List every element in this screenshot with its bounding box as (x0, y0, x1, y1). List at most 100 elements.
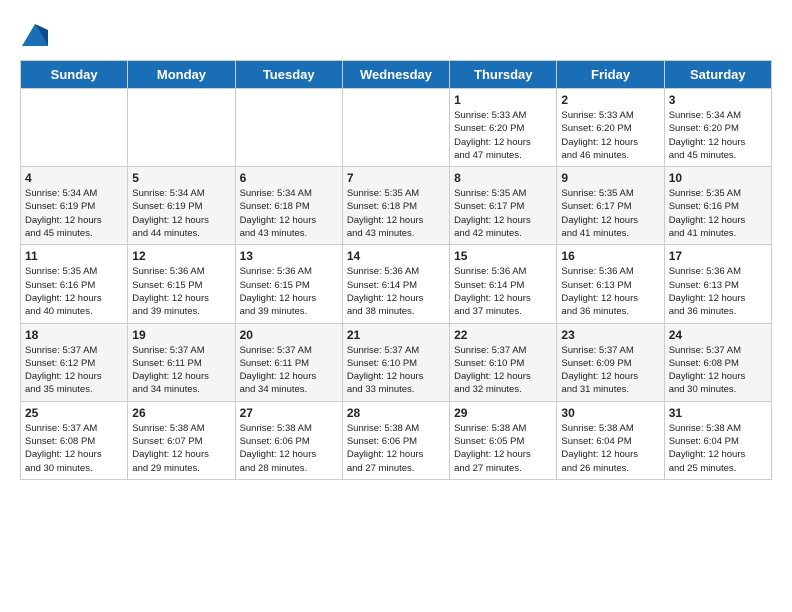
calendar-cell: 2 Sunrise: 5:33 AM Sunset: 6:20 PM Daylig… (557, 89, 664, 167)
calendar-week-row: 4 Sunrise: 5:34 AM Sunset: 6:19 PM Daylig… (21, 167, 772, 245)
calendar-week-row: 11 Sunrise: 5:35 AM Sunset: 6:16 PM Dayli… (21, 245, 772, 323)
calendar-cell: 31 Sunrise: 5:38 AM Sunset: 6:04 PM Dayli… (664, 401, 771, 479)
calendar-cell: 26Sunrise: 5:38 AM Sunset: 6:07 PM Dayli… (128, 401, 235, 479)
calendar-cell: 12 Sunrise: 5:36 AM Sunset: 6:15 PM Dayli… (128, 245, 235, 323)
day-info: Sunrise: 5:35 AM Sunset: 6:16 PM Dayligh… (669, 187, 767, 240)
calendar-day-header: Wednesday (342, 61, 449, 89)
day-number: 12 (132, 249, 230, 263)
day-info: Sunrise: 5:38 AM Sunset: 6:06 PM Dayligh… (347, 422, 445, 475)
day-number: 31 (669, 406, 767, 420)
day-info: Sunrise: 5:36 AM Sunset: 6:13 PM Dayligh… (561, 265, 659, 318)
day-number: 8 (454, 171, 552, 185)
day-info: Sunrise: 5:36 AM Sunset: 6:13 PM Dayligh… (669, 265, 767, 318)
day-info: Sunrise: 5:37 AM Sunset: 6:11 PM Dayligh… (240, 344, 338, 397)
calendar-cell: 19 Sunrise: 5:37 AM Sunset: 6:11 PM Dayli… (128, 323, 235, 401)
day-number: 27 (240, 406, 338, 420)
calendar-cell: 17 Sunrise: 5:36 AM Sunset: 6:13 PM Dayli… (664, 245, 771, 323)
day-number: 2 (561, 93, 659, 107)
calendar-cell (342, 89, 449, 167)
calendar-cell: 1 Sunrise: 5:33 AM Sunset: 6:20 PM Daylig… (450, 89, 557, 167)
calendar-cell: 27 Sunrise: 5:38 AM Sunset: 6:06 PM Dayli… (235, 401, 342, 479)
day-info: Sunrise: 5:37 AM Sunset: 6:08 PM Dayligh… (669, 344, 767, 397)
calendar-cell: 10 Sunrise: 5:35 AM Sunset: 6:16 PM Dayli… (664, 167, 771, 245)
calendar-cell (128, 89, 235, 167)
calendar-cell: 30 Sunrise: 5:38 AM Sunset: 6:04 PM Dayli… (557, 401, 664, 479)
calendar-cell (235, 89, 342, 167)
calendar-cell: 16 Sunrise: 5:36 AM Sunset: 6:13 PM Dayli… (557, 245, 664, 323)
day-number: 19 (132, 328, 230, 342)
day-info: Sunrise: 5:37 AM Sunset: 6:11 PM Dayligh… (132, 344, 230, 397)
day-info: Sunrise: 5:37 AM Sunset: 6:12 PM Dayligh… (25, 344, 123, 397)
calendar-cell: 8 Sunrise: 5:35 AM Sunset: 6:17 PM Daylig… (450, 167, 557, 245)
calendar-cell: 9 Sunrise: 5:35 AM Sunset: 6:17 PM Daylig… (557, 167, 664, 245)
day-info: Sunrise: 5:38 AM Sunset: 6:04 PM Dayligh… (669, 422, 767, 475)
calendar-cell: 11 Sunrise: 5:35 AM Sunset: 6:16 PM Dayli… (21, 245, 128, 323)
calendar-cell (21, 89, 128, 167)
day-number: 21 (347, 328, 445, 342)
day-number: 3 (669, 93, 767, 107)
day-info: Sunrise: 5:38 AM Sunset: 6:05 PM Dayligh… (454, 422, 552, 475)
calendar-cell: 25 Sunrise: 5:37 AM Sunset: 6:08 PM Dayli… (21, 401, 128, 479)
calendar-week-row: 1 Sunrise: 5:33 AM Sunset: 6:20 PM Daylig… (21, 89, 772, 167)
calendar-day-header: Monday (128, 61, 235, 89)
day-number: 16 (561, 249, 659, 263)
calendar-cell: 13 Sunrise: 5:36 AM Sunset: 6:15 PM Dayli… (235, 245, 342, 323)
day-number: 6 (240, 171, 338, 185)
calendar-week-row: 18 Sunrise: 5:37 AM Sunset: 6:12 PM Dayli… (21, 323, 772, 401)
day-number: 15 (454, 249, 552, 263)
day-number: 20 (240, 328, 338, 342)
day-number: 17 (669, 249, 767, 263)
day-info: Sunrise: 5:34 AM Sunset: 6:20 PM Dayligh… (669, 109, 767, 162)
calendar-cell: 28 Sunrise: 5:38 AM Sunset: 6:06 PM Dayli… (342, 401, 449, 479)
day-number: 14 (347, 249, 445, 263)
calendar-cell: 20 Sunrise: 5:37 AM Sunset: 6:11 PM Dayli… (235, 323, 342, 401)
day-number: 4 (25, 171, 123, 185)
day-info: Sunrise: 5:35 AM Sunset: 6:17 PM Dayligh… (561, 187, 659, 240)
calendar-cell: 18 Sunrise: 5:37 AM Sunset: 6:12 PM Dayli… (21, 323, 128, 401)
day-info: Sunrise: 5:34 AM Sunset: 6:19 PM Dayligh… (25, 187, 123, 240)
day-info: Sunrise: 5:35 AM Sunset: 6:17 PM Dayligh… (454, 187, 552, 240)
day-number: 24 (669, 328, 767, 342)
day-number: 30 (561, 406, 659, 420)
day-info: Sunrise: 5:36 AM Sunset: 6:15 PM Dayligh… (240, 265, 338, 318)
day-number: 18 (25, 328, 123, 342)
calendar-cell: 23 Sunrise: 5:37 AM Sunset: 6:09 PM Dayli… (557, 323, 664, 401)
day-info: Sunrise: 5:33 AM Sunset: 6:20 PM Dayligh… (454, 109, 552, 162)
day-info: Sunrise: 5:37 AM Sunset: 6:08 PM Dayligh… (25, 422, 123, 475)
day-info: Sunrise: 5:37 AM Sunset: 6:10 PM Dayligh… (454, 344, 552, 397)
day-info: Sunrise: 5:34 AM Sunset: 6:19 PM Dayligh… (132, 187, 230, 240)
day-info: Sunrise: 5:36 AM Sunset: 6:15 PM Dayligh… (132, 265, 230, 318)
calendar-cell: 4 Sunrise: 5:34 AM Sunset: 6:19 PM Daylig… (21, 167, 128, 245)
logo-icon (20, 20, 50, 50)
calendar-cell: 21 Sunrise: 5:37 AM Sunset: 6:10 PM Dayli… (342, 323, 449, 401)
calendar-day-header: Sunday (21, 61, 128, 89)
calendar-day-header: Tuesday (235, 61, 342, 89)
calendar-day-header: Friday (557, 61, 664, 89)
day-info: Sunrise: 5:35 AM Sunset: 6:16 PM Dayligh… (25, 265, 123, 318)
day-number: 25 (25, 406, 123, 420)
day-number: 28 (347, 406, 445, 420)
day-info: Sunrise: 5:37 AM Sunset: 6:09 PM Dayligh… (561, 344, 659, 397)
day-number: 23 (561, 328, 659, 342)
calendar-day-header: Saturday (664, 61, 771, 89)
day-number: 11 (25, 249, 123, 263)
day-info: Sunrise: 5:36 AM Sunset: 6:14 PM Dayligh… (347, 265, 445, 318)
calendar-table: SundayMondayTuesdayWednesdayThursdayFrid… (20, 60, 772, 480)
calendar-cell: 22Sunrise: 5:37 AM Sunset: 6:10 PM Dayli… (450, 323, 557, 401)
logo (20, 20, 54, 50)
day-info: Sunrise: 5:34 AM Sunset: 6:18 PM Dayligh… (240, 187, 338, 240)
day-info: Sunrise: 5:38 AM Sunset: 6:06 PM Dayligh… (240, 422, 338, 475)
day-number: 1 (454, 93, 552, 107)
day-info: Sunrise: 5:37 AM Sunset: 6:10 PM Dayligh… (347, 344, 445, 397)
calendar-cell: 6 Sunrise: 5:34 AM Sunset: 6:18 PM Daylig… (235, 167, 342, 245)
day-number: 13 (240, 249, 338, 263)
calendar-cell: 14 Sunrise: 5:36 AM Sunset: 6:14 PM Dayli… (342, 245, 449, 323)
day-number: 29 (454, 406, 552, 420)
day-number: 7 (347, 171, 445, 185)
day-number: 9 (561, 171, 659, 185)
day-info: Sunrise: 5:36 AM Sunset: 6:14 PM Dayligh… (454, 265, 552, 318)
day-info: Sunrise: 5:33 AM Sunset: 6:20 PM Dayligh… (561, 109, 659, 162)
day-number: 10 (669, 171, 767, 185)
day-info: Sunrise: 5:38 AM Sunset: 6:04 PM Dayligh… (561, 422, 659, 475)
calendar-cell: 7Sunrise: 5:35 AM Sunset: 6:18 PM Daylig… (342, 167, 449, 245)
